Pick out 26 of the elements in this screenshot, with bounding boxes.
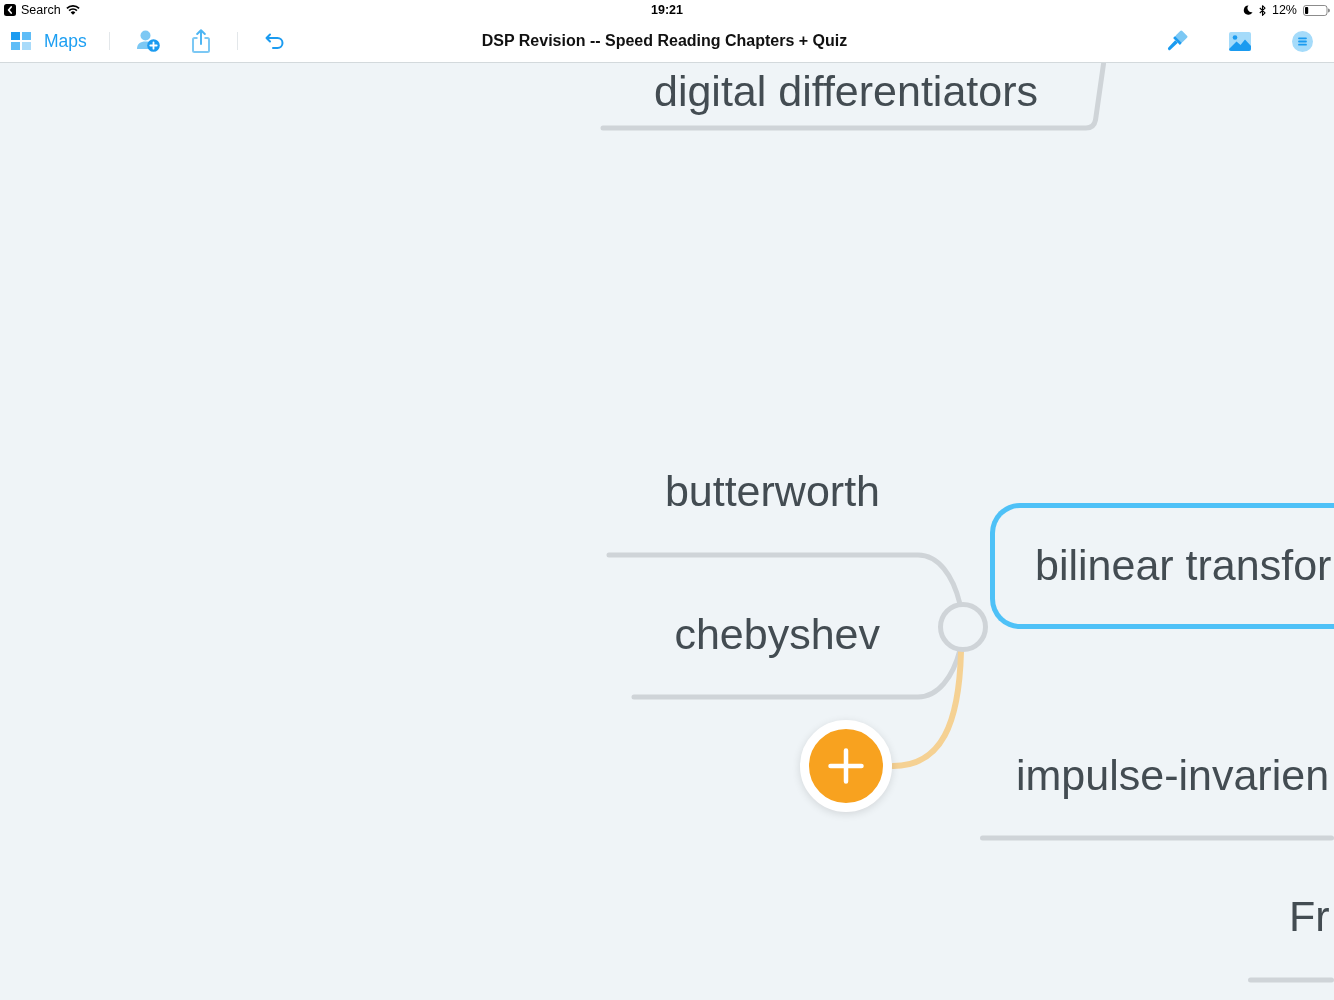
clock-time: 19:21 — [651, 3, 683, 17]
wifi-icon — [65, 5, 80, 15]
paint-brush-icon — [1165, 29, 1188, 53]
moon-icon — [1242, 5, 1253, 15]
undo-icon — [264, 33, 285, 49]
add-node-button[interactable] — [800, 720, 892, 812]
menu-icon — [1292, 30, 1313, 52]
grid-icon — [11, 32, 31, 50]
node-label[interactable]: chebyshev — [674, 608, 880, 660]
node-label[interactable]: butterworth — [664, 465, 880, 517]
bluetooth-icon — [1258, 4, 1266, 16]
ring-icon — [938, 602, 988, 652]
node-label[interactable]: Fr — [1289, 890, 1330, 942]
plus-icon — [828, 748, 864, 784]
image-icon — [1229, 31, 1251, 51]
node-frame[interactable]: bilinear transfor — [990, 503, 1334, 629]
add-person-icon — [136, 30, 160, 52]
node-label[interactable]: digital differentiators — [654, 65, 1038, 117]
battery-percent: 12% — [1271, 3, 1297, 17]
node-label: bilinear transfor — [1035, 540, 1332, 591]
battery-icon — [1303, 4, 1330, 16]
back-icon — [4, 4, 16, 16]
node-label[interactable]: impulse-invarien — [1016, 749, 1330, 801]
document-title: DSP Revision -- Speed Reading Chapters + Quiz — [481, 32, 848, 50]
back-link[interactable]: Search — [4, 3, 61, 17]
share-icon — [191, 29, 210, 53]
